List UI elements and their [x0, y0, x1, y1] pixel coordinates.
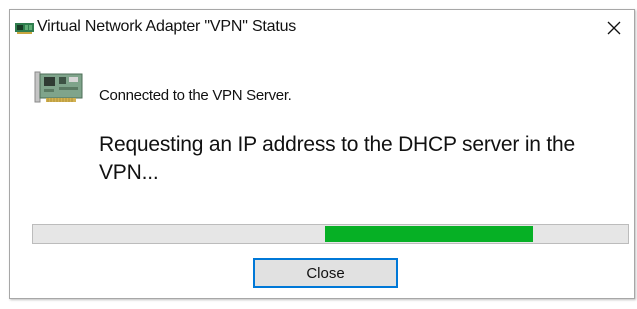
- window-title: Virtual Network Adapter "VPN" Status: [37, 18, 297, 35]
- network-adapter-icon: [15, 21, 34, 34]
- connection-status-text: Connected to the VPN Server.: [99, 87, 292, 104]
- vpn-status-dialog: Virtual Network Adapter "VPN" Status Con…: [9, 9, 635, 299]
- network-card-icon: [34, 69, 86, 107]
- close-icon[interactable]: [594, 10, 634, 46]
- progress-bar-fill: [324, 226, 533, 242]
- close-button[interactable]: Close: [253, 258, 398, 288]
- title-bar[interactable]: Virtual Network Adapter "VPN" Status: [10, 10, 634, 46]
- progress-bar: [32, 224, 629, 244]
- status-message: Requesting an IP address to the DHCP ser…: [99, 133, 575, 184]
